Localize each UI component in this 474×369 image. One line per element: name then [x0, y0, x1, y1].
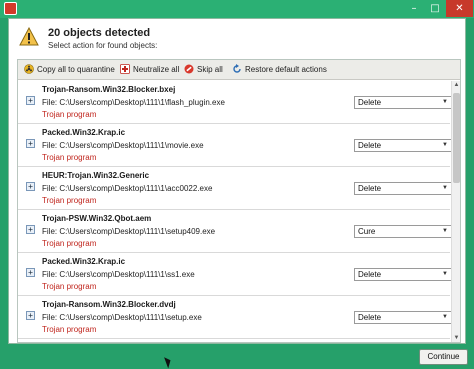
list-item[interactable]: Trojan-Ransom.Win32.Blocker.bxej + File:…	[18, 81, 452, 124]
action-select-value: Cure	[358, 227, 376, 236]
list-item[interactable]: HEUR:Trojan.Win32.Generic + File: C:\Use…	[18, 167, 452, 210]
skip-icon	[184, 64, 194, 74]
chevron-down-icon: ▼	[442, 314, 448, 320]
close-button[interactable]: ✕	[446, 0, 473, 17]
expand-icon[interactable]: +	[26, 311, 35, 320]
restore-default-actions-button[interactable]: Restore default actions	[232, 63, 327, 76]
action-select-value: Delete	[358, 141, 382, 150]
action-select-value: Delete	[358, 270, 382, 279]
action-select[interactable]: Delete ▼	[354, 182, 452, 195]
detected-objects-list: Copy all to quarantine Neutralize all Sk…	[17, 59, 461, 343]
maximize-button[interactable]: □	[425, 0, 445, 17]
list-item[interactable]: Trojan-PSW.Win32.Qbot.aem + File: C:\Use…	[18, 210, 452, 253]
page-subtitle: Select action for found objects:	[48, 41, 158, 50]
file-path: File: C:\Users\comp\Desktop\111\1\acc002…	[42, 184, 213, 193]
skip-all-button[interactable]: Skip all	[184, 64, 223, 76]
skip-all-label: Skip all	[197, 65, 223, 74]
list-item[interactable]: Packed.Win32.Krap.ic + File: C:\Users\co…	[18, 124, 452, 167]
dialog-window: – □ ✕ 20 objects detected Select action …	[0, 0, 474, 369]
list-item[interactable]: Packed.Win32.Krap.ic + File: C:\Users\co…	[18, 253, 452, 296]
restore-default-actions-label: Restore default actions	[245, 65, 327, 74]
chevron-down-icon: ▼	[442, 228, 448, 234]
neutralize-all-label: Neutralize all	[133, 65, 180, 74]
list-item[interactable]: Trojan-Ransom.Win32.Blocker.dvdj + File:…	[18, 296, 452, 339]
threat-type: Trojan program	[42, 110, 97, 119]
vertical-scrollbar[interactable]: ▲ ▼	[451, 81, 460, 342]
expand-icon[interactable]: +	[26, 225, 35, 234]
action-select[interactable]: Cure ▼	[354, 225, 452, 238]
page-title: 20 objects detected	[48, 27, 151, 39]
action-select[interactable]: Delete ▼	[354, 96, 452, 109]
action-select[interactable]: Delete ▼	[354, 139, 452, 152]
action-select[interactable]: Delete ▼	[354, 311, 452, 324]
copy-all-to-quarantine-label: Copy all to quarantine	[37, 65, 115, 74]
action-select-value: Delete	[358, 313, 382, 322]
mouse-cursor-icon	[164, 355, 173, 369]
action-select-value: Delete	[358, 184, 382, 193]
action-select[interactable]: Delete ▼	[354, 268, 452, 281]
file-path: File: C:\Users\comp\Desktop\111\1\setup4…	[42, 227, 216, 236]
threat-type: Trojan program	[42, 325, 97, 334]
threat-type: Trojan program	[42, 153, 97, 162]
chevron-down-icon: ▼	[442, 271, 448, 277]
threat-name: Packed.Win32.Krap.ic	[42, 257, 126, 266]
file-path: File: C:\Users\comp\Desktop\111\1\setup.…	[42, 313, 202, 322]
minimize-button[interactable]: –	[404, 0, 424, 17]
biohazard-icon	[24, 64, 34, 74]
expand-icon[interactable]: +	[26, 182, 35, 191]
threat-name: Trojan-Ransom.Win32.Blocker.dvdj	[42, 300, 176, 309]
action-select-value: Delete	[358, 98, 382, 107]
file-path: File: C:\Users\comp\Desktop\111\1\flash_…	[42, 98, 225, 107]
scroll-down-icon[interactable]: ▼	[452, 334, 460, 342]
warning-icon	[19, 27, 39, 46]
threat-type: Trojan program	[42, 282, 97, 291]
threat-name: Trojan-PSW.Win32.Qbot.aem	[42, 214, 152, 223]
title-bar[interactable]: – □ ✕	[0, 0, 474, 18]
expand-icon[interactable]: +	[26, 139, 35, 148]
dialog-header: 20 objects detected Select action for fo…	[9, 19, 465, 57]
threat-name: Packed.Win32.Krap.ic	[42, 128, 126, 137]
object-rows: Trojan-Ransom.Win32.Blocker.bxej + File:…	[18, 81, 452, 342]
file-path: File: C:\Users\comp\Desktop\111\1\ss1.ex…	[42, 270, 195, 279]
chevron-down-icon: ▼	[442, 185, 448, 191]
action-toolbar: Copy all to quarantine Neutralize all Sk…	[18, 60, 460, 80]
restore-icon	[233, 63, 241, 73]
expand-icon[interactable]: +	[26, 96, 35, 105]
chevron-down-icon: ▼	[442, 99, 448, 105]
file-path: File: C:\Users\comp\Desktop\111\1\movie.…	[42, 141, 204, 150]
threat-type: Trojan program	[42, 239, 97, 248]
scroll-up-icon[interactable]: ▲	[452, 81, 460, 90]
kaspersky-logo-icon	[4, 2, 17, 15]
threat-name: Trojan-Ransom.Win32.Blocker.bxej	[42, 85, 176, 94]
threat-name: HEUR:Trojan.Win32.Generic	[42, 171, 150, 180]
threat-type: Trojan program	[42, 196, 97, 205]
continue-button[interactable]: Continue	[419, 349, 468, 365]
first-aid-icon	[120, 63, 130, 74]
copy-all-to-quarantine-button[interactable]: Copy all to quarantine	[24, 64, 115, 76]
chevron-down-icon: ▼	[442, 142, 448, 148]
expand-icon[interactable]: +	[26, 268, 35, 277]
neutralize-all-button[interactable]: Neutralize all	[120, 63, 180, 76]
scroll-thumb[interactable]	[453, 93, 460, 183]
dialog-content: 20 objects detected Select action for fo…	[8, 18, 466, 344]
